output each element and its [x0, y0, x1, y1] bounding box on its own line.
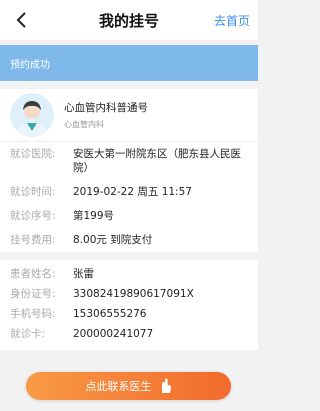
status-text: 预约成功 — [10, 59, 50, 71]
id-label: 身份证号: — [10, 288, 56, 300]
fee-row: 挂号费用: 8.00元 到院支付 — [10, 228, 248, 252]
seq-label: 就诊序号: — [10, 210, 56, 222]
hospital-label: 就诊医院: — [10, 148, 56, 160]
chevron-left-icon — [16, 12, 26, 28]
id-value: 33082419890617091X — [73, 288, 194, 300]
time-value: 2019-02-22 周五 11:57 — [73, 186, 192, 198]
seq-row: 就诊序号: 第199号 — [10, 204, 248, 228]
hospital-row: 就诊医院: 安医大第一附院东区（肥东县人民医院） — [10, 142, 248, 180]
contact-doctor-label: 点此联系医生 — [85, 380, 152, 393]
page-title: 我的挂号 — [98, 11, 159, 30]
phone-row: 手机号码: 15306555276 — [10, 304, 248, 324]
fee-value: 8.00元 到院支付 — [73, 234, 153, 246]
contact-doctor-button[interactable]: 点此联系医生 — [26, 372, 231, 400]
card-row: 就诊卡: 200000241077 — [10, 324, 248, 344]
doctor-avatar-icon — [10, 93, 54, 137]
id-row: 身份证号: 33082419890617091X — [10, 284, 248, 304]
patient-name-value: 张雷 — [73, 268, 94, 280]
patient-name-row: 患者姓名: 张雷 — [10, 264, 248, 284]
doctor-card: 心血管内科普通号 心血管内科 — [0, 89, 258, 141]
patient-info: 患者姓名: 张雷 身份证号: 33082419890617091X 手机号码: … — [0, 260, 258, 350]
hospital-value: 安医大第一附院东区（肥东县人民医院） — [73, 148, 241, 174]
card-label: 就诊卡: — [10, 328, 46, 340]
card-value: 200000241077 — [73, 328, 154, 340]
header: 我的挂号 去首页 — [0, 0, 258, 40]
time-row: 就诊时间: 2019-02-22 周五 11:57 — [10, 180, 248, 204]
doctor-dept: 心血管内科 — [64, 120, 104, 129]
phone-label: 手机号码: — [10, 308, 56, 320]
back-button[interactable] — [10, 8, 32, 32]
appointment-info: 就诊医院: 安医大第一附院东区（肥东县人民医院） 就诊时间: 2019-02-2… — [0, 141, 258, 252]
doctor-name: 心血管内科普通号 — [64, 102, 148, 114]
hand-pointer-icon — [158, 378, 172, 394]
time-label: 就诊时间: — [10, 186, 56, 198]
phone-value: 15306555276 — [73, 308, 147, 320]
seq-value: 第199号 — [73, 210, 115, 222]
status-banner: 预约成功 — [0, 45, 258, 81]
patient-name-label: 患者姓名: — [10, 268, 56, 280]
fee-label: 挂号费用: — [10, 234, 56, 246]
home-link[interactable]: 去首页 — [214, 12, 250, 29]
